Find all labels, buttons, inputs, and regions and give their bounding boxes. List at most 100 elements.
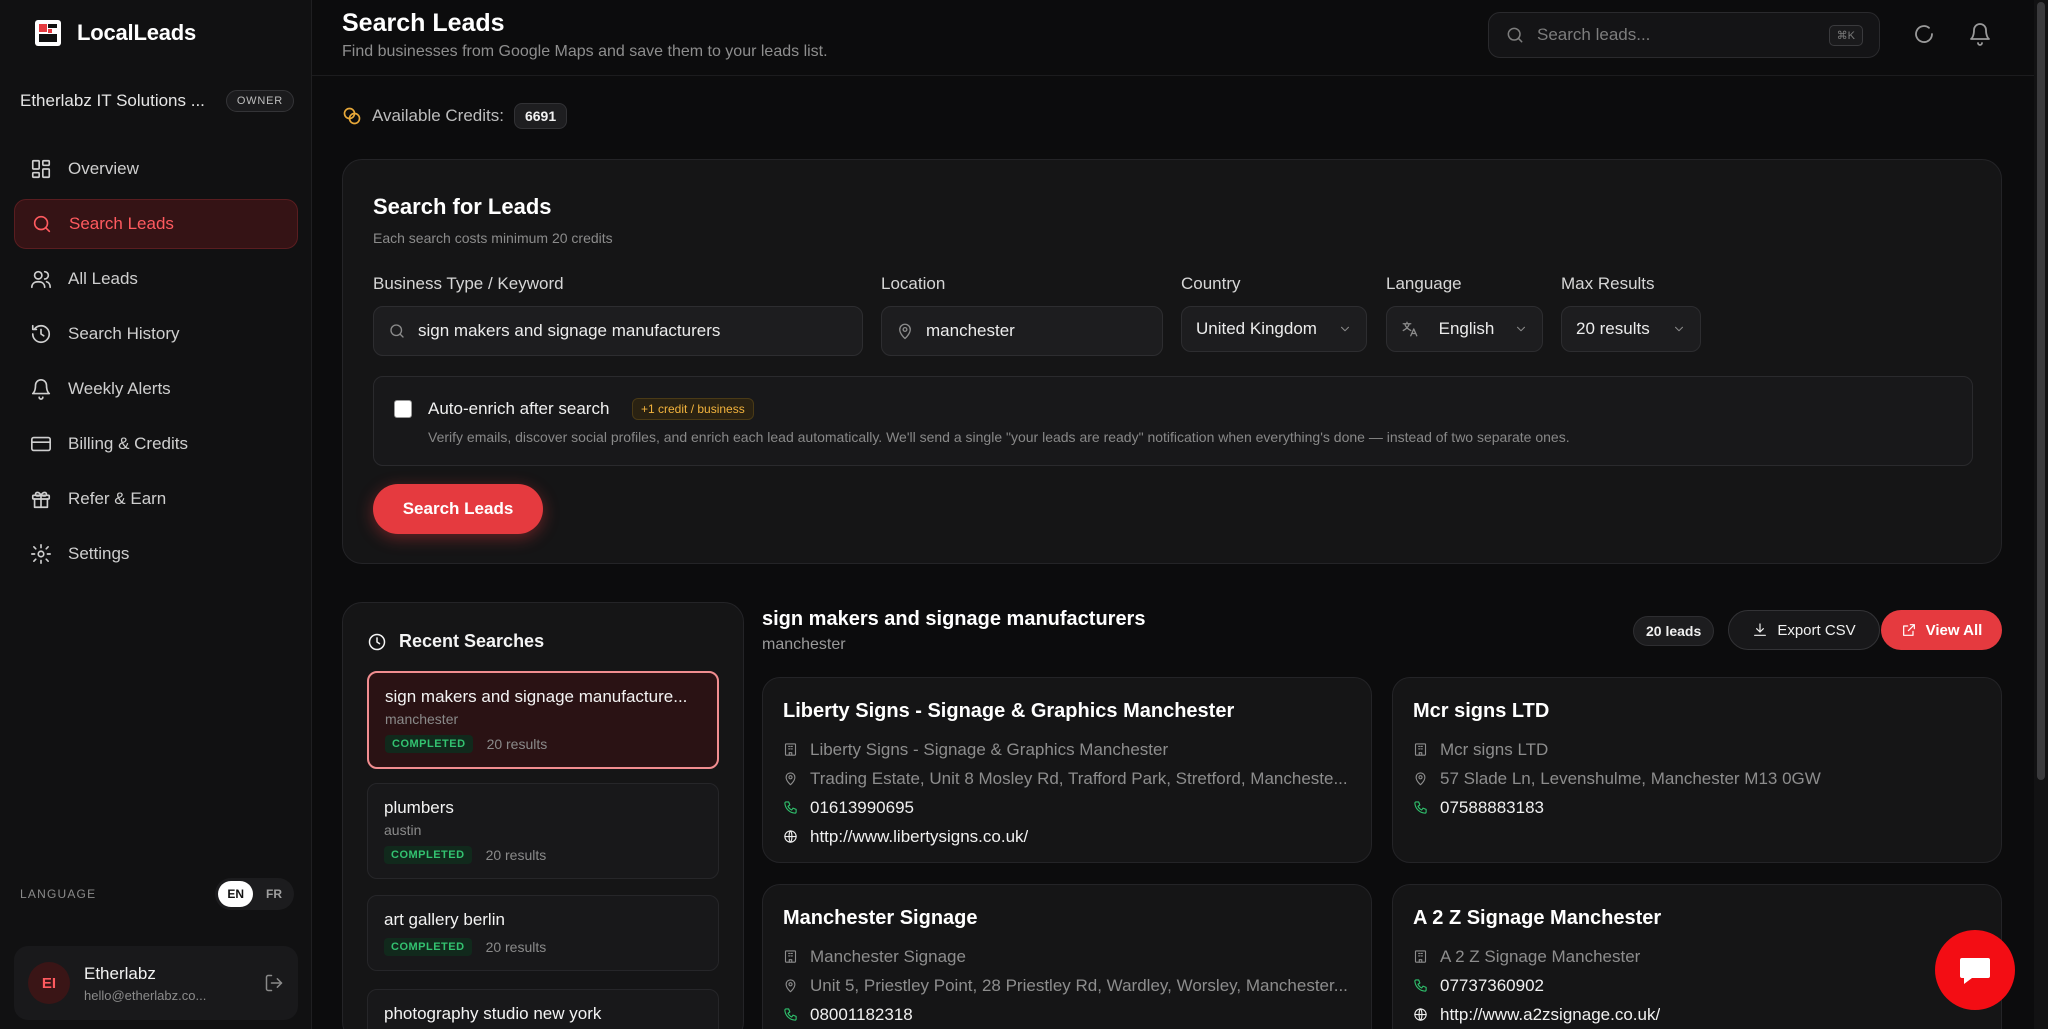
location-input[interactable]: manchester: [881, 306, 1163, 356]
refresh-button[interactable]: [1912, 22, 1938, 48]
lead-business-row: Mcr signs LTD: [1413, 735, 1981, 764]
page-scrollbar[interactable]: [2034, 0, 2048, 1029]
sidebar-nav: Overview Search Leads All Leads Search H…: [14, 144, 298, 584]
max-results-select[interactable]: 20 results: [1561, 306, 1701, 352]
sidebar-item-label: Weekly Alerts: [68, 379, 171, 398]
lead-phone: 07737360902: [1440, 975, 1545, 995]
recent-search-title: plumbers: [384, 798, 454, 817]
language-option-fr[interactable]: FR: [257, 881, 291, 907]
sidebar-item-label: Search History: [68, 324, 180, 343]
sidebar-item-label: Refer & Earn: [68, 489, 167, 508]
language-option-en[interactable]: EN: [218, 881, 253, 907]
keyword-label: Business Type / Keyword: [373, 274, 564, 293]
user-card[interactable]: EI Etherlabz hello@etherlabz.co...: [14, 946, 298, 1020]
building-icon: [1414, 743, 1427, 756]
view-all-button[interactable]: View All: [1881, 610, 2002, 650]
logo-icon: [33, 18, 63, 48]
gift-icon: [31, 491, 51, 509]
search-leads-button[interactable]: Search Leads: [373, 484, 543, 534]
brand[interactable]: LocalLeads: [33, 18, 196, 48]
export-csv-label: Export CSV: [1777, 621, 1856, 639]
credits-indicator: Available Credits: 6691: [342, 103, 568, 129]
org-name: Etherlabz IT Solutions ...: [20, 91, 205, 110]
recent-search-results: 20 results: [485, 939, 547, 955]
keyword-input[interactable]: sign makers and signage manufacturers: [373, 306, 863, 356]
max-results-label: Max Results: [1561, 274, 1655, 293]
sidebar: LocalLeads Etherlabz IT Solutions ... OW…: [0, 0, 312, 1029]
scrollbar-thumb[interactable]: [2037, 2, 2045, 780]
sidebar-item-label: All Leads: [68, 269, 138, 288]
lead-address: Trading Estate, Unit 8 Mosley Rd, Traffo…: [810, 768, 1348, 788]
phone-icon: [784, 1008, 797, 1021]
sidebar-item-search-leads[interactable]: Search Leads: [14, 199, 298, 249]
lead-phone-row[interactable]: 07737360902: [1413, 971, 1981, 1000]
lead-card[interactable]: Manchester Signage Manchester Signage Un…: [762, 884, 1372, 1029]
chat-button[interactable]: [1935, 930, 2015, 1010]
globe-icon: [1414, 1008, 1427, 1021]
country-value: United Kingdom: [1196, 319, 1317, 338]
logout-icon[interactable]: [264, 973, 284, 993]
notifications-button[interactable]: [1968, 22, 1994, 48]
chevron-down-icon: [1340, 326, 1350, 332]
lead-name: Liberty Signs - Signage & Graphics Manch…: [783, 700, 1235, 722]
recent-search-title: sign makers and signage manufacture...: [385, 687, 688, 706]
lead-card[interactable]: Mcr signs LTD Mcr signs LTD 57 Slade Ln,…: [1392, 677, 2002, 863]
sidebar-item-label: Settings: [68, 544, 130, 563]
sidebar-item-search-history[interactable]: Search History: [14, 309, 298, 359]
gear-icon: [31, 544, 51, 564]
recent-search-item[interactable]: plumbers austin COMPLETED 20 results: [367, 783, 719, 879]
search-icon: [33, 215, 51, 233]
sidebar-item-all-leads[interactable]: All Leads: [14, 254, 298, 304]
lead-card[interactable]: A 2 Z Signage Manchester A 2 Z Signage M…: [1392, 884, 2002, 1029]
lead-business-row: Liberty Signs - Signage & Graphics Manch…: [783, 735, 1351, 764]
sidebar-item-weekly-alerts[interactable]: Weekly Alerts: [14, 364, 298, 414]
map-pin-icon: [899, 323, 911, 340]
coins-icon: [343, 107, 361, 125]
lead-phone-row[interactable]: 01613990695: [783, 793, 1351, 822]
org-switcher[interactable]: Etherlabz IT Solutions ... OWNER: [20, 90, 294, 112]
refresh-icon: [1915, 25, 1933, 43]
sidebar-item-refer[interactable]: Refer & Earn: [14, 474, 298, 524]
lead-website-row[interactable]: http://www.a2zsignage.co.uk/: [1413, 1000, 1981, 1029]
sidebar-item-billing[interactable]: Billing & Credits: [14, 419, 298, 469]
lead-phone-row[interactable]: 07588883183: [1413, 793, 1981, 822]
bell-icon: [1970, 23, 1990, 46]
recent-searches-panel: Recent Searches sign makers and signage …: [342, 602, 744, 1029]
users-icon: [31, 270, 51, 289]
building-icon: [784, 743, 797, 756]
export-csv-button[interactable]: Export CSV: [1728, 610, 1880, 650]
lead-website-row[interactable]: http://www.libertysigns.co.uk/: [783, 822, 1351, 851]
language-switcher: LANGUAGE EN FR: [20, 878, 294, 910]
lead-phone: 07588883183: [1440, 797, 1545, 817]
history-icon: [31, 324, 51, 344]
auto-enrich-box: Auto-enrich after search +1 credit / bus…: [373, 376, 1973, 466]
lead-phone-row[interactable]: 08001182318: [783, 1000, 1351, 1029]
country-select[interactable]: United Kingdom: [1181, 306, 1367, 352]
top-header: Search Leads Find businesses from Google…: [312, 0, 2034, 76]
lead-card[interactable]: Liberty Signs - Signage & Graphics Manch…: [762, 677, 1372, 863]
lead-business: Mcr signs LTD: [1440, 739, 1549, 759]
sidebar-item-settings[interactable]: Settings: [14, 529, 298, 579]
recent-search-item[interactable]: art gallery berlin COMPLETED 20 results: [367, 895, 719, 971]
language-value: English: [1438, 319, 1495, 338]
status-badge: COMPLETED: [385, 735, 473, 753]
recent-searches-title: Recent Searches: [399, 631, 545, 651]
language-select[interactable]: English: [1386, 306, 1543, 352]
page-title: Search Leads: [342, 9, 505, 37]
leads-count-badge: 20 leads: [1633, 616, 1715, 646]
auto-enrich-checkbox[interactable]: [394, 400, 412, 418]
recent-search-item[interactable]: photography studio new york: [367, 989, 719, 1029]
lead-address: 57 Slade Ln, Levenshulme, Manchester M13…: [1440, 768, 1821, 788]
credits-label: Available Credits:: [372, 106, 504, 125]
status-badge: COMPLETED: [384, 846, 472, 864]
user-name: Etherlabz: [84, 963, 156, 983]
user-email: hello@etherlabz.co...: [84, 987, 207, 1003]
lead-address-row: Trading Estate, Unit 8 Mosley Rd, Traffo…: [783, 764, 1351, 793]
recent-search-item[interactable]: sign makers and signage manufacture... m…: [367, 671, 719, 769]
language-label: LANGUAGE: [20, 887, 97, 901]
translate-icon: [1402, 321, 1418, 337]
global-search-input[interactable]: Search leads... ⌘K: [1488, 12, 1880, 58]
sidebar-item-overview[interactable]: Overview: [14, 144, 298, 194]
grid-icon: [31, 159, 51, 179]
recent-searches-header: Recent Searches: [367, 631, 544, 652]
